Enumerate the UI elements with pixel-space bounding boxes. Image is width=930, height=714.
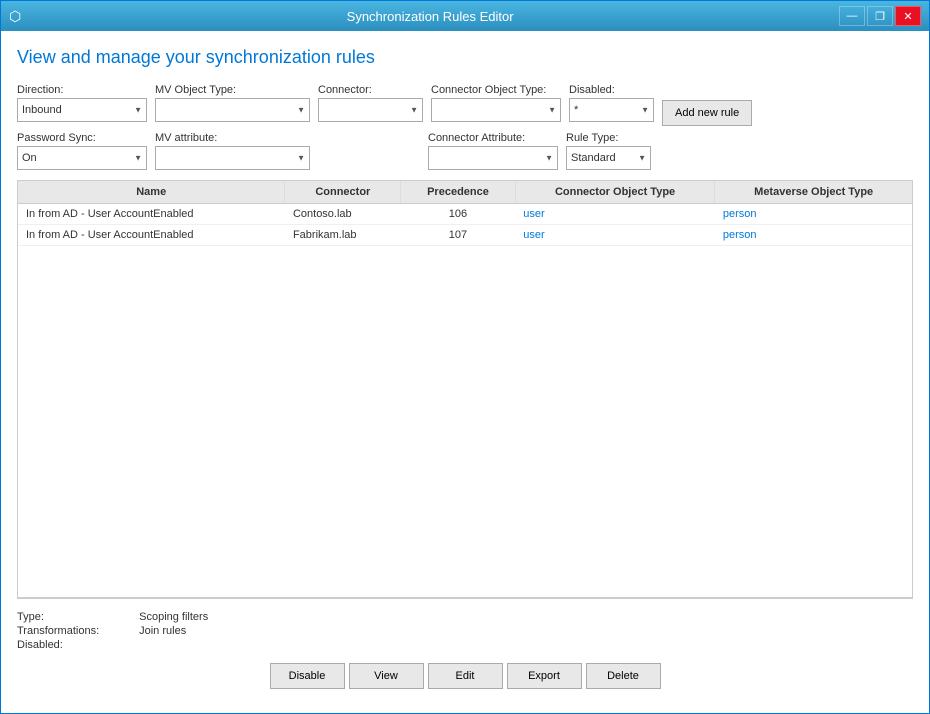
- cell-connector: Contoso.lab: [285, 204, 401, 225]
- mv-object-group: MV Object Type:: [155, 84, 310, 122]
- cell-precedence: 107: [401, 225, 516, 246]
- export-button[interactable]: Export: [507, 663, 582, 689]
- page-title: View and manage your synchronization rul…: [17, 47, 913, 68]
- direction-label: Direction:: [17, 84, 147, 96]
- rule-type-label: Rule Type:: [566, 132, 651, 144]
- rule-type-group: Rule Type: Standard Provisioning: [566, 132, 651, 170]
- cell-connector: Fabrikam.lab: [285, 225, 401, 246]
- password-select-wrapper: On Off: [17, 146, 147, 170]
- mv-attr-label: MV attribute:: [155, 132, 310, 144]
- view-button[interactable]: View: [349, 663, 424, 689]
- app-icon: ⬡: [9, 8, 21, 25]
- col-connector: Connector: [285, 181, 401, 204]
- password-group: Password Sync: On Off: [17, 132, 147, 170]
- main-window: ⬡ Synchronization Rules Editor — ❐ ✕ Vie…: [0, 0, 930, 714]
- col-precedence: Precedence: [401, 181, 516, 204]
- rule-type-select[interactable]: Standard Provisioning: [566, 146, 651, 170]
- cell-metaverse-obj-type: person: [715, 204, 912, 225]
- scoping-filters-label: Scoping filters: [139, 611, 208, 623]
- cell-connector-obj-type: user: [515, 225, 715, 246]
- filter-section: Direction: Inbound Outbound MV Object Ty…: [17, 84, 913, 170]
- connector-group: Connector:: [318, 84, 423, 122]
- connector-label: Connector:: [318, 84, 423, 96]
- connector-select[interactable]: [318, 98, 423, 122]
- disabled-select-wrapper: * Yes No: [569, 98, 654, 122]
- window-controls: — ❐ ✕: [839, 6, 921, 26]
- table-header-row: Name Connector Precedence Connector Obje…: [18, 181, 912, 204]
- direction-group: Direction: Inbound Outbound: [17, 84, 147, 122]
- connector-select-wrapper: [318, 98, 423, 122]
- cell-name: In from AD - User AccountEnabled: [18, 225, 285, 246]
- filter-row-1: Direction: Inbound Outbound MV Object Ty…: [17, 84, 913, 126]
- bottom-panel: Type: Transformations: Disabled: Scoping…: [17, 598, 913, 697]
- mv-object-select[interactable]: [155, 98, 310, 122]
- cell-metaverse-obj-type: person: [715, 225, 912, 246]
- col-connector-obj-type: Connector Object Type: [515, 181, 715, 204]
- disable-button[interactable]: Disable: [270, 663, 345, 689]
- disabled-select[interactable]: * Yes No: [569, 98, 654, 122]
- mv-attr-select[interactable]: [155, 146, 310, 170]
- title-bar: ⬡ Synchronization Rules Editor — ❐ ✕: [1, 1, 929, 31]
- cell-name: In from AD - User AccountEnabled: [18, 204, 285, 225]
- col-name: Name: [18, 181, 285, 204]
- mv-object-label: MV Object Type:: [155, 84, 310, 96]
- connector-obj-group: Connector Object Type:: [431, 84, 561, 122]
- close-button[interactable]: ✕: [895, 6, 921, 26]
- connector-obj-label: Connector Object Type:: [431, 84, 561, 96]
- delete-button[interactable]: Delete: [586, 663, 661, 689]
- connector-attr-select-wrapper: [428, 146, 558, 170]
- rules-table-container: Name Connector Precedence Connector Obje…: [17, 180, 913, 598]
- password-select[interactable]: On Off: [17, 146, 147, 170]
- rules-table: Name Connector Precedence Connector Obje…: [18, 181, 912, 246]
- transformations-label: Transformations:: [17, 625, 99, 637]
- bottom-right-info: Scoping filters Join rules: [139, 611, 208, 651]
- disabled-label: Disabled:: [569, 84, 654, 96]
- bottom-info: Type: Transformations: Disabled: Scoping…: [17, 607, 913, 659]
- direction-select-wrapper: Inbound Outbound: [17, 98, 147, 122]
- edit-button[interactable]: Edit: [428, 663, 503, 689]
- table-row[interactable]: In from AD - User AccountEnabled Fabrika…: [18, 225, 912, 246]
- add-new-rule-button[interactable]: Add new rule: [662, 100, 752, 126]
- mv-object-select-wrapper: [155, 98, 310, 122]
- connector-attr-group: Connector Attribute:: [428, 132, 558, 170]
- minimize-button[interactable]: —: [839, 6, 865, 26]
- cell-connector-obj-type: user: [515, 204, 715, 225]
- bottom-left-info: Type: Transformations: Disabled:: [17, 611, 99, 651]
- restore-button[interactable]: ❐: [867, 6, 893, 26]
- filter-row-2: Password Sync: On Off MV attribute:: [17, 132, 913, 170]
- bottom-disabled-label: Disabled:: [17, 639, 99, 651]
- col-metaverse-obj-type: Metaverse Object Type: [715, 181, 912, 204]
- connector-obj-select-wrapper: [431, 98, 561, 122]
- connector-attr-label: Connector Attribute:: [428, 132, 558, 144]
- main-content: View and manage your synchronization rul…: [1, 31, 929, 713]
- disabled-group: Disabled: * Yes No: [569, 84, 654, 122]
- connector-obj-select[interactable]: [431, 98, 561, 122]
- cell-precedence: 106: [401, 204, 516, 225]
- direction-select[interactable]: Inbound Outbound: [17, 98, 147, 122]
- action-buttons-bar: Disable View Edit Export Delete: [17, 659, 913, 697]
- table-row[interactable]: In from AD - User AccountEnabled Contoso…: [18, 204, 912, 225]
- password-label: Password Sync:: [17, 132, 147, 144]
- rule-type-select-wrapper: Standard Provisioning: [566, 146, 651, 170]
- mv-attr-select-wrapper: [155, 146, 310, 170]
- connector-attr-select[interactable]: [428, 146, 558, 170]
- join-rules-label: Join rules: [139, 625, 208, 637]
- mv-attr-group: MV attribute:: [155, 132, 310, 170]
- window-title: Synchronization Rules Editor: [21, 9, 839, 24]
- type-label: Type:: [17, 611, 99, 623]
